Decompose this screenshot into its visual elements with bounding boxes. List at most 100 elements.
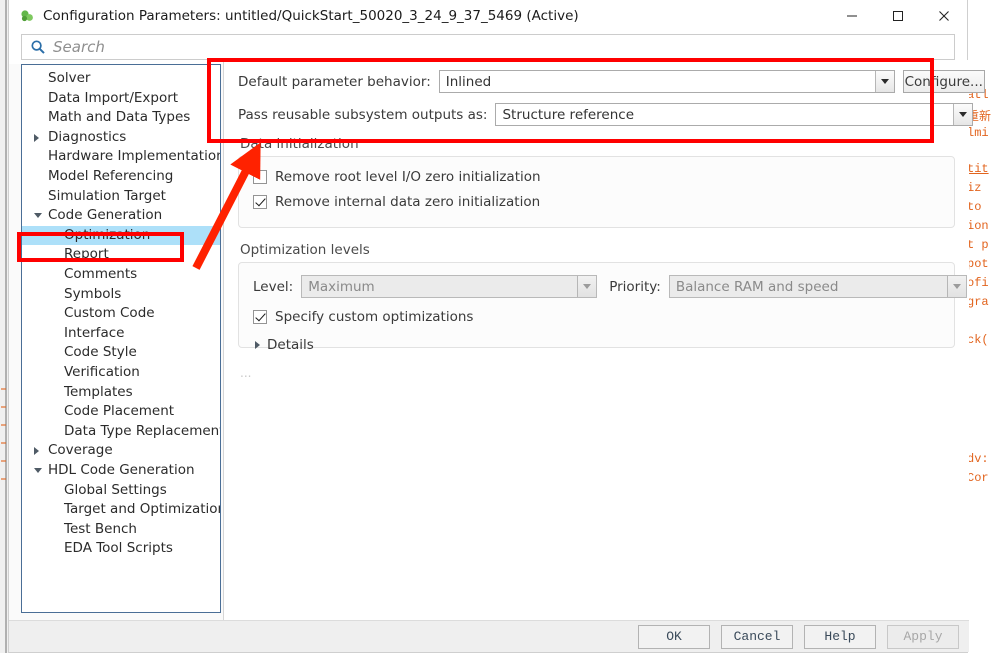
sidebar-item-report[interactable]: Report [22,245,220,265]
remove-internal-data-zero-init-row[interactable]: Remove internal data zero initialization [253,194,940,210]
chevron-down-icon[interactable] [577,276,597,297]
sidebar-item-label: Interface [64,324,125,341]
sidebar-item-test-bench[interactable]: Test Bench [22,520,220,540]
sidebar-item-target-and-optimizations[interactable]: Target and Optimizations [22,500,220,520]
window-controls [829,0,967,32]
sidebar-item-code-placement[interactable]: Code Placement [22,402,220,422]
settings-tree-panel[interactable]: Solver Data Import/Export Math and Data Ty… [21,64,221,613]
background-console-line: pot [967,257,989,271]
sidebar-item-label: Target and Optimizations [64,501,221,518]
sidebar-item-label: Diagnostics [48,128,127,145]
sidebar-item-coverage[interactable]: Coverage [22,441,220,461]
sidebar-item-hdl-code-generation[interactable]: HDL Code Generation [22,461,220,481]
background-left-strip [0,0,8,653]
chevron-down-icon[interactable] [874,71,894,92]
details-disclosure[interactable]: Details [253,337,940,353]
sidebar-item-custom-code[interactable]: Custom Code [22,304,220,324]
background-console-line: iz [967,181,982,195]
sidebar-item-verification[interactable]: Verification [22,363,220,383]
chevron-down-icon[interactable] [34,213,42,219]
help-button[interactable]: Help [804,624,876,649]
sidebar-item-global-settings[interactable]: Global Settings [22,480,220,500]
pass-reusable-subsystem-outputs-value: Structure reference [502,106,635,123]
sidebar-item-interface[interactable]: Interface [22,324,220,344]
sidebar-item-symbols[interactable]: Symbols [22,285,220,305]
sidebar-item-label: Verification [64,363,140,380]
sidebar-item-label: Optimization [64,226,151,243]
data-initialization-group: Remove root level I/O zero initializatio… [238,156,955,228]
sidebar-item-label: Coverage [48,442,113,459]
chevron-down-icon[interactable] [946,276,966,297]
background-console-line: tit [967,162,989,176]
remove-root-level-io-zero-init-row[interactable]: Remove root level I/O zero initializatio… [253,169,940,185]
cancel-button[interactable]: Cancel [721,624,793,649]
sidebar-item-solver[interactable]: Solver [22,69,220,89]
minimize-button[interactable] [829,0,875,32]
details-label: Details [267,337,314,353]
search-input[interactable]: Search [21,34,955,60]
sidebar-item-code-generation[interactable]: Code Generation [22,206,220,226]
sidebar-item-data-import-export[interactable]: Data Import/Export [22,89,220,109]
sidebar-item-label: Data Import/Export [48,89,179,106]
chevron-down-icon[interactable] [953,104,973,125]
background-console-line: ck( [967,333,989,347]
sidebar-item-templates[interactable]: Templates [22,383,220,403]
sidebar-item-label: Data Type Replacement [64,422,221,439]
sidebar-item-label: Comments [64,265,138,282]
sidebar-item-data-type-replacement[interactable]: Data Type Replacement [22,422,220,442]
sidebar-item-label: Hardware Implementation [48,148,221,165]
background-left-divider [5,0,7,653]
remove-root-level-io-zero-init-checkbox[interactable] [253,170,267,184]
search-icon [31,40,45,54]
level-value: Maximum [308,278,375,295]
background-console-line: ofi [967,276,989,290]
remove-root-level-io-zero-init-label: Remove root level I/O zero initializatio… [275,169,541,185]
window-title: Configuration Parameters: untitled/Quick… [43,8,579,24]
sidebar-item-label: HDL Code Generation [48,461,195,478]
priority-combobox[interactable]: Balance RAM and speed [668,275,967,298]
ok-button[interactable]: OK [638,624,710,649]
sidebar-item-label: EDA Tool Scripts [64,540,173,557]
sidebar-item-math-and-data-types[interactable]: Math and Data Types [22,108,220,128]
pass-reusable-subsystem-outputs-combobox[interactable]: Structure reference [495,103,974,126]
level-combobox[interactable]: Maximum [301,275,598,298]
remove-internal-data-zero-init-checkbox[interactable] [253,195,267,209]
sidebar-item-label: Solver [48,70,91,87]
pass-reusable-subsystem-outputs-row: Pass reusable subsystem outputs as: Stru… [238,103,974,126]
dialog-body: Solver Data Import/Export Math and Data Ty… [9,60,985,621]
sidebar-item-hardware-implementation[interactable]: Hardware Implementation [22,147,220,167]
chevron-right-icon[interactable] [34,447,39,456]
sidebar-item-model-referencing[interactable]: Model Referencing [22,167,220,187]
maximize-button[interactable] [875,0,921,32]
optimization-levels-title: Optimization levels [240,242,370,258]
default-parameter-behavior-value: Inlined [445,73,492,90]
optimization-levels-group: Level: Maximum Priority: Balance RAM and… [238,262,967,353]
level-label: Level: [253,278,294,295]
sidebar-item-diagnostics[interactable]: Diagnostics [22,128,220,148]
close-button[interactable] [921,0,967,32]
sidebar-item-simulation-target[interactable]: Simulation Target [22,187,220,207]
sidebar-item-code-style[interactable]: Code Style [22,343,220,363]
configuration-parameters-dialog: Configuration Parameters: untitled/Quick… [8,0,985,653]
priority-value: Balance RAM and speed [675,278,839,295]
sidebar-item-eda-tool-scripts[interactable]: EDA Tool Scripts [22,539,220,559]
background-console-line: gra [967,295,989,309]
default-parameter-behavior-combobox[interactable]: Inlined [438,70,895,93]
sidebar-item-optimization[interactable]: Optimization [22,225,220,246]
chevron-right-icon[interactable] [34,133,39,142]
sidebar-item-comments[interactable]: Comments [22,265,220,285]
sidebar-item-label: Test Bench [64,520,137,537]
sidebar-item-label: Code Placement [64,403,175,420]
simulink-icon [21,10,33,22]
configure-button[interactable]: Configure... [902,70,985,93]
specify-custom-optimizations-label: Specify custom optimizations [275,309,474,325]
apply-button[interactable]: Apply [887,624,959,649]
specify-custom-optimizations-row[interactable]: Specify custom optimizations [253,309,940,325]
sidebar-item-label: Code Generation [48,207,163,224]
sidebar-item-label: Code Style [64,344,137,361]
remove-internal-data-zero-init-label: Remove internal data zero initialization [275,194,541,210]
background-console-line: ion [967,219,989,233]
specify-custom-optimizations-checkbox[interactable] [253,310,267,324]
chevron-down-icon[interactable] [34,468,42,474]
optimization-pane: Default parameter behavior: Inlined Conf… [223,60,985,621]
